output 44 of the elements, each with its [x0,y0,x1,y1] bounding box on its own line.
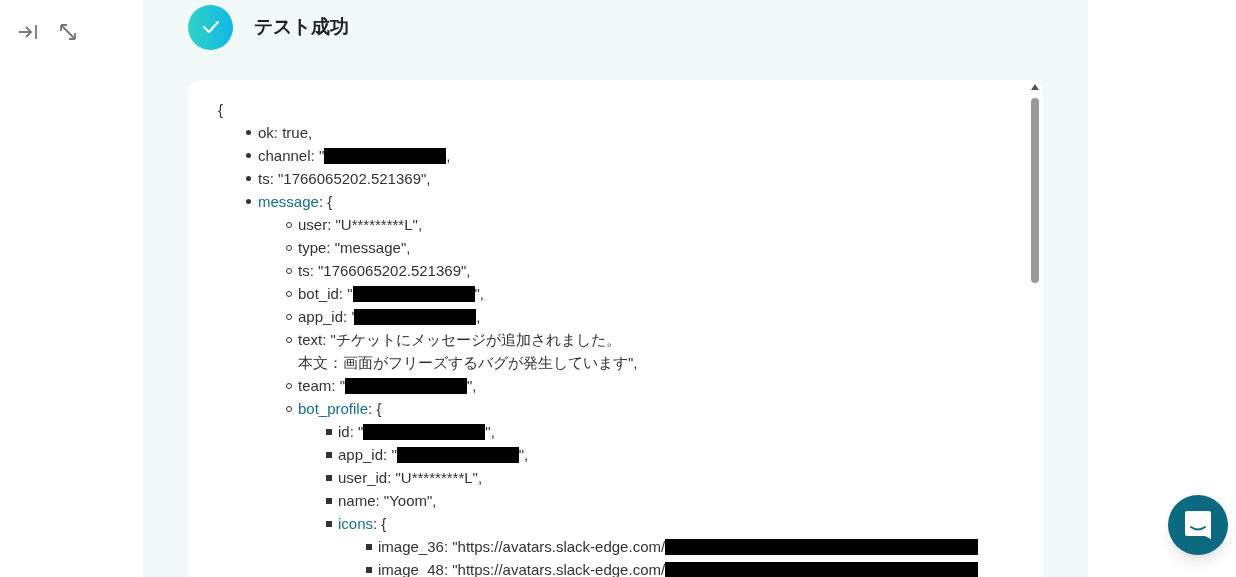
json-text: app_id: " [338,445,397,465]
chat-button[interactable] [1168,495,1228,555]
json-text: ts: "1766065202.521369", [258,169,431,189]
json-text: ", [518,445,529,465]
json-text: text: "チケットにメッセージが追加されました。 [298,330,621,350]
json-text: user_id: "U*********L", [338,468,483,488]
json-text: name: "Yoom", [338,491,437,511]
chat-icon [1183,509,1213,541]
bullet-icon [246,199,251,204]
bullet-icon [246,176,251,181]
success-check-icon [188,4,233,50]
json-text: : { [373,514,387,534]
json-text: 本文：画面がフリーズするバグが発生しています", [298,354,638,371]
bullet-icon [326,520,332,527]
json-text: , [446,146,451,166]
bullet-icon [326,497,332,504]
json-text: channel: " [258,146,325,166]
bullet-icon [246,130,251,135]
json-text: team: " [298,376,345,396]
bullet-icon [246,153,251,158]
json-text: { [218,100,223,120]
json-text: : { [318,192,333,212]
bullet-icon [366,543,372,550]
json-text: ", [485,422,495,442]
result-title: テスト成功 [254,14,349,39]
json-text: image_36: "https://avatars.slack-edge.com/ [378,537,666,557]
scrollbar-thumb[interactable] [1031,98,1039,283]
json-text: ts: "1766065202.521369", [298,261,471,281]
json-text: id: " [338,422,364,442]
bullet-icon [326,474,332,481]
json-text: app_id: ' [298,307,355,327]
json-text: ok: true, [258,123,313,143]
bullet-icon [326,451,332,458]
json-text: ", [474,284,485,304]
json-text: ", [467,376,477,396]
json-text: type: "message", [298,238,411,258]
json-text: user: "U*********L", [298,215,423,235]
bullet-icon [366,566,372,573]
object-key[interactable]: message [258,190,319,213]
json-text: : { [368,399,382,419]
json-text: bot_id: " [298,284,353,304]
scroll-up-icon[interactable] [1031,84,1039,90]
bullet-icon [326,428,332,435]
json-text: , [476,307,481,327]
